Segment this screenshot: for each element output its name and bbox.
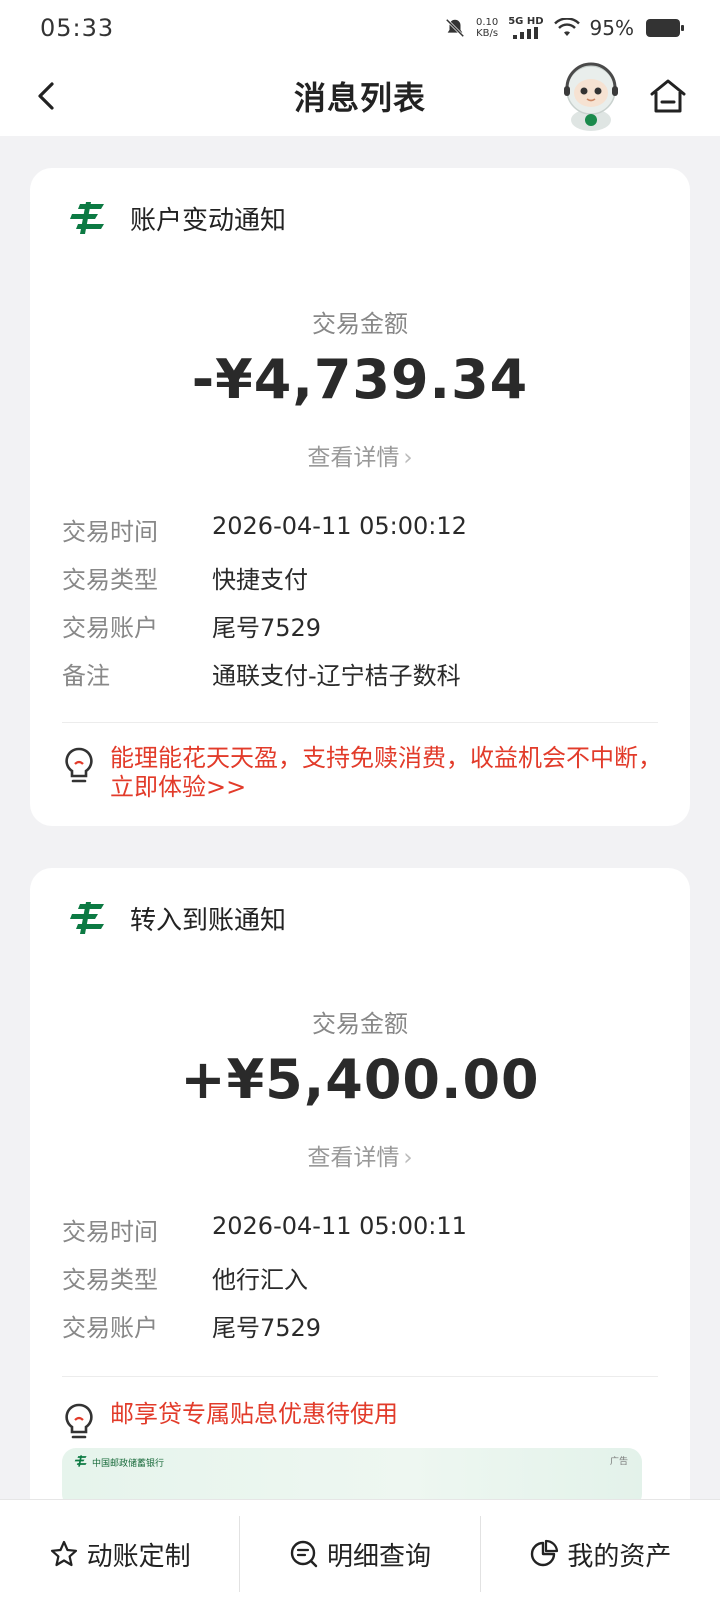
info-row-type: 交易类型 快捷支付 xyxy=(62,560,308,595)
signal-bars-icon xyxy=(512,27,538,39)
net-speed: 0.10 KB/s xyxy=(476,17,498,39)
view-details-label: 查看详情 xyxy=(307,1145,400,1171)
tab-detail-query[interactable]: 明细查询 xyxy=(240,1500,479,1608)
info-value: 尾号7529 xyxy=(212,614,322,642)
tab-label: 明细查询 xyxy=(326,1541,431,1572)
tab-label: 动账定制 xyxy=(86,1541,191,1572)
promo-text: 邮享贷专属贴息优惠待使用 xyxy=(110,1400,398,1428)
info-row-account: 交易账户 尾号7529 xyxy=(62,608,321,643)
lightbulb-icon xyxy=(65,1403,93,1439)
card-title: 转入到账通知 xyxy=(130,905,287,936)
view-details-link[interactable]: 查看详情 › xyxy=(30,438,690,472)
cell-signal: 5G HD xyxy=(508,16,544,39)
info-row-note: 备注 通联支付-辽宁桔子数科 xyxy=(62,656,461,691)
info-key: 交易类型 xyxy=(62,566,158,594)
battery-percent: 95% xyxy=(589,16,634,40)
chevron-right-icon: › xyxy=(403,445,413,471)
ad-banner[interactable]: 中国邮政储蓄银行 广告 xyxy=(62,1448,642,1499)
postal-bank-logo-icon xyxy=(70,902,104,934)
promo-link[interactable]: 能理能花天天盈，支持免赎消费，收益机会不中断，立即体验>> xyxy=(62,744,662,802)
info-key: 交易时间 xyxy=(62,518,158,546)
search-list-icon xyxy=(290,1540,318,1568)
net-speed-unit: KB/s xyxy=(476,28,499,39)
info-value: 2026-04-11 05:00:11 xyxy=(212,1212,467,1240)
chevron-right-icon: › xyxy=(403,1145,413,1171)
page-title: 消息列表 xyxy=(293,79,426,117)
amount-label: 交易金额 xyxy=(312,310,408,338)
info-value: 尾号7529 xyxy=(212,1314,322,1342)
promo-link[interactable]: 邮享贷专属贴息优惠待使用 xyxy=(62,1400,662,1442)
info-key: 交易类型 xyxy=(62,1266,158,1294)
promo-text: 能理能花天天盈，支持免赎消费，收益机会不中断，立即体验>> xyxy=(110,744,662,801)
info-key: 交易时间 xyxy=(62,1218,158,1246)
info-value: 通联支付-辽宁桔子数科 xyxy=(212,662,461,690)
robot-assistant-icon[interactable] xyxy=(556,60,626,132)
battery-icon xyxy=(646,19,684,37)
net-speed-value: 0.10 xyxy=(475,17,499,28)
message-list[interactable]: 账户变动通知 交易金额 -¥4,739.34 查看详情 › 交易时间 2026-0… xyxy=(0,136,720,1499)
info-key: 交易账户 xyxy=(62,614,158,642)
info-row-time: 交易时间 2026-04-11 05:00:12 xyxy=(62,512,467,547)
info-value: 快捷支付 xyxy=(212,566,308,594)
card-header: 转入到账通知 xyxy=(68,898,286,938)
info-row-account: 交易账户 尾号7529 xyxy=(62,1308,321,1343)
info-value: 他行汇入 xyxy=(212,1266,308,1294)
message-card[interactable]: 转入到账通知 交易金额 +¥5,400.00 查看详情 › 交易时间 2026-0… xyxy=(30,868,690,1499)
lightbulb-icon xyxy=(65,747,93,783)
signal-label: 5G HD xyxy=(508,16,544,27)
amount-value: -¥4,739.34 xyxy=(191,348,529,411)
view-details-label: 查看详情 xyxy=(307,445,400,471)
tab-transaction-alerts[interactable]: 动账定制 xyxy=(0,1500,239,1608)
info-key: 交易账户 xyxy=(62,1314,158,1342)
back-arrow-icon[interactable] xyxy=(28,78,64,114)
amount-value: +¥5,400.00 xyxy=(180,1048,540,1111)
tab-my-assets[interactable]: 我的资产 xyxy=(481,1500,720,1608)
status-icons: 0.10 KB/s 5G HD 95% xyxy=(444,16,684,40)
bottom-tab-bar: 动账定制 明细查询 我的资产 xyxy=(0,1499,720,1612)
amount-label: 交易金额 xyxy=(312,1010,408,1038)
tab-label: 我的资产 xyxy=(567,1541,672,1572)
card-header: 账户变动通知 xyxy=(68,198,286,238)
card-title: 账户变动通知 xyxy=(130,205,287,236)
info-value: 2026-04-11 05:00:12 xyxy=(212,512,467,540)
view-details-link[interactable]: 查看详情 › xyxy=(30,1138,690,1172)
banner-bank-name: 中国邮政储蓄银行 xyxy=(92,1459,165,1469)
postal-bank-logo-icon xyxy=(70,202,104,234)
divider xyxy=(62,1376,658,1377)
info-row-time: 交易时间 2026-04-11 05:00:11 xyxy=(62,1212,467,1247)
message-card[interactable]: 账户变动通知 交易金额 -¥4,739.34 查看详情 › 交易时间 2026-0… xyxy=(30,168,690,826)
postal-bank-logo-icon xyxy=(74,1455,87,1467)
status-time: 05:33 xyxy=(40,14,115,42)
divider xyxy=(62,722,658,723)
star-icon xyxy=(50,1540,77,1567)
wifi-icon xyxy=(553,18,580,36)
status-bar: 05:33 0.10 KB/s 5G HD 95% xyxy=(0,0,720,56)
pie-chart-icon xyxy=(531,1539,559,1567)
home-icon[interactable] xyxy=(648,76,688,116)
ad-badge: 广告 xyxy=(609,1457,628,1467)
bell-off-icon xyxy=(445,18,465,38)
info-key: 备注 xyxy=(62,662,110,690)
info-row-type: 交易类型 他行汇入 xyxy=(62,1260,308,1295)
header: 消息列表 xyxy=(0,56,720,136)
